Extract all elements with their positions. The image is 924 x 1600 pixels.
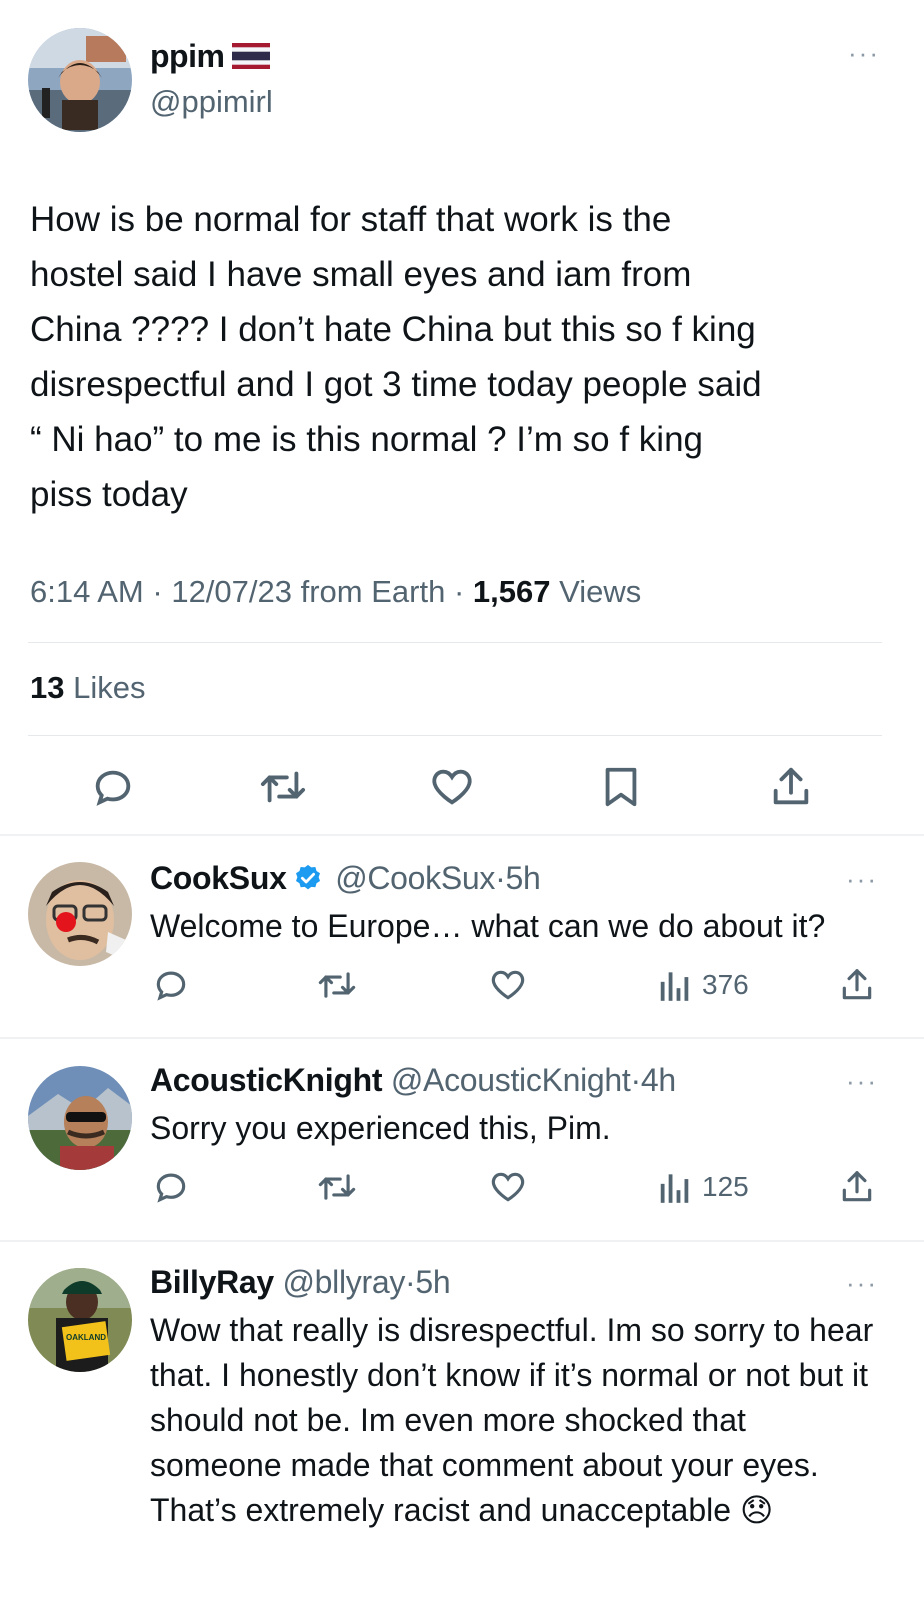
reply-time[interactable]: 5h — [415, 1264, 450, 1300]
thailand-flag-icon — [232, 43, 271, 69]
heart-icon — [432, 769, 472, 805]
reply-avatar[interactable] — [28, 1066, 132, 1170]
reply-avatar[interactable] — [28, 862, 132, 966]
share-icon — [773, 767, 809, 805]
heart-icon — [491, 1172, 525, 1202]
tweet-time[interactable]: 6:14 AM — [30, 574, 144, 609]
analytics-icon — [660, 1174, 689, 1203]
reply-text: Sorry you experienced this, Pim. — [150, 1110, 611, 1146]
likes-summary[interactable]: 13 Likes — [30, 670, 145, 706]
reply-display-name[interactable]: CookSux — [150, 860, 287, 896]
retweet-icon — [260, 771, 306, 803]
retweet-button[interactable] — [316, 966, 358, 1004]
reply-time[interactable]: 5h — [505, 860, 540, 896]
reply-icon — [156, 971, 186, 1001]
views-button[interactable]: 376 — [658, 966, 749, 1004]
divider — [0, 834, 924, 836]
reply-text: Welcome to Europe… what can we do about … — [150, 908, 826, 944]
divider — [0, 1240, 924, 1242]
reply-icon — [156, 1173, 186, 1203]
more-options-icon[interactable]: ··· — [848, 38, 880, 69]
author-display-name[interactable]: ppim — [150, 38, 271, 75]
retweet-icon — [318, 972, 356, 998]
avatar-sign-text: OAKLAND — [66, 1333, 106, 1342]
like-button[interactable] — [428, 764, 476, 810]
heart-icon — [491, 970, 525, 1000]
like-button[interactable] — [488, 1168, 528, 1206]
retweet-button[interactable] — [258, 764, 308, 810]
reply-button[interactable] — [152, 966, 190, 1004]
reply-handle[interactable]: @CookSux — [335, 860, 495, 896]
reply-display-name[interactable]: BillyRay — [150, 1264, 274, 1300]
tweet-source: from Earth — [300, 574, 446, 609]
divider — [0, 1037, 924, 1039]
tweet-metadata: 6:14 AM · 12/07/23 from Earth · 1,567 Vi… — [30, 574, 642, 609]
share-icon — [842, 969, 872, 1000]
retweet-icon — [318, 1174, 356, 1200]
reply-handle[interactable]: @AcousticKnight — [391, 1062, 631, 1098]
likes-label: Likes — [73, 670, 146, 705]
share-button[interactable] — [838, 966, 876, 1004]
reply-display-name[interactable]: AcousticKnight — [150, 1062, 383, 1098]
tweet-date[interactable]: 12/07/23 — [171, 574, 292, 609]
share-button[interactable] — [768, 764, 814, 810]
views-button[interactable]: 125 — [658, 1168, 749, 1206]
views-count: 1,567 — [472, 574, 551, 609]
reply-button[interactable] — [90, 764, 136, 810]
reply-header: AcousticKnight @AcousticKnight·4h — [150, 1062, 676, 1098]
reply-handle[interactable]: @bllyray — [282, 1264, 405, 1300]
reply-time[interactable]: 4h — [641, 1062, 676, 1098]
like-button[interactable] — [488, 966, 528, 1004]
divider — [28, 735, 882, 736]
reply-header: CookSux @CookSux·5h — [150, 860, 541, 896]
more-options-icon[interactable]: ··· — [846, 864, 878, 895]
views-count: 125 — [702, 1171, 749, 1202]
bookmark-button[interactable] — [598, 764, 644, 810]
share-icon — [842, 1171, 872, 1202]
more-options-icon[interactable]: ··· — [846, 1066, 878, 1097]
reply-text: Wow that really is disrespectful. Im so … — [150, 1312, 874, 1528]
reply-button[interactable] — [152, 1168, 190, 1206]
likes-count: 13 — [30, 670, 65, 705]
divider — [28, 642, 882, 643]
verified-badge-icon — [295, 864, 320, 890]
retweet-button[interactable] — [316, 1168, 358, 1206]
views-label: Views — [559, 574, 642, 609]
author-handle[interactable]: @ppimirl — [150, 84, 273, 120]
reply-avatar[interactable]: OAKLAND — [28, 1268, 132, 1372]
reply-icon — [95, 770, 131, 806]
analytics-icon — [660, 972, 689, 1001]
tweet-text: How is be normal for staff that work is … — [30, 200, 762, 514]
more-options-icon[interactable]: ··· — [846, 1268, 878, 1299]
share-button[interactable] — [838, 1168, 876, 1206]
views-count: 376 — [702, 969, 749, 1000]
author-avatar[interactable] — [28, 28, 132, 132]
reply-header: BillyRay @bllyray·5h — [150, 1264, 451, 1300]
bookmark-icon — [605, 767, 637, 807]
